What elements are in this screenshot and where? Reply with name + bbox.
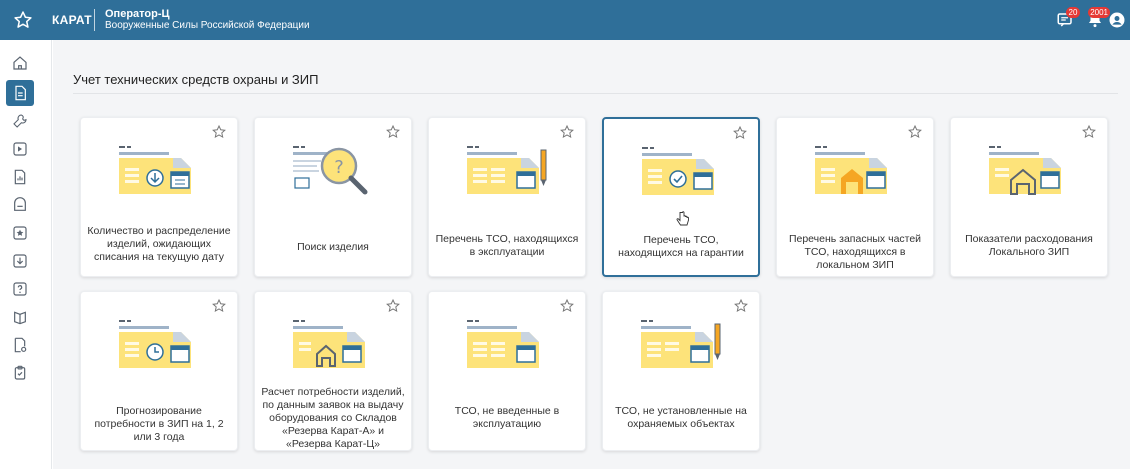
favorites-star-icon[interactable] [10, 7, 36, 33]
card-label: Показатели расходования Локального ЗИП [965, 233, 1093, 258]
card-label: ТСО, не введенные в эксплуатацию [454, 405, 560, 430]
archive-icon [14, 197, 26, 211]
folder-pen-icon [467, 146, 547, 194]
folder-clock-icon [119, 320, 191, 368]
star-outline-icon[interactable] [1081, 124, 1097, 140]
top-bar: КАРАТ Оператор-Ц Вооруженные Силы Россий… [0, 0, 1130, 40]
card-spare-parts-local[interactable]: Перечень запасных частей ТСО, находящихс… [776, 117, 934, 277]
card-label: Количество и распределение изделий, ожид… [87, 225, 231, 263]
card-not-commissioned[interactable]: ТСО, не введенные в эксплуатацию [428, 291, 586, 451]
card-search-item[interactable]: ? Поиск изделия [254, 117, 412, 277]
card-not-installed[interactable]: ТСО, не установленные на охраняемых объе… [602, 291, 760, 451]
folder-download-icon [119, 146, 191, 194]
star-outline-icon[interactable] [211, 298, 227, 314]
sidebar-item-navigate[interactable] [6, 136, 34, 162]
hand-cursor-icon [676, 211, 689, 226]
file-settings-icon [14, 337, 27, 353]
star-outline-icon[interactable] [385, 124, 401, 140]
star-outline-icon[interactable] [732, 125, 748, 141]
sidebar-item-settings[interactable] [6, 332, 34, 358]
section-divider [73, 93, 1118, 94]
brand-divider [94, 9, 95, 31]
card-under-warranty[interactable]: Перечень ТСО, находящихся на гарантии [602, 117, 760, 277]
card-label: Расчет потребности изделий, по данным за… [261, 386, 405, 450]
folder-house-icon [989, 146, 1061, 195]
star-box-icon [13, 226, 27, 240]
app-subtitle: Вооруженные Силы Российской Федерации [105, 20, 310, 31]
sidebar-item-favorites[interactable] [6, 220, 34, 246]
help-icon [13, 282, 27, 296]
sidebar-item-documents[interactable] [6, 80, 34, 106]
card-label: ТСО, не установленные на охраняемых объе… [615, 405, 747, 430]
svg-text:?: ? [334, 157, 344, 178]
card-label: Перечень ТСО, находящихся в эксплуатации [435, 233, 579, 258]
card-label: Перечень запасных частей ТСО, находящихс… [788, 233, 922, 271]
star-outline-icon[interactable] [385, 298, 401, 314]
sidebar-item-import[interactable] [6, 248, 34, 274]
star-outline-icon[interactable] [559, 298, 575, 314]
search-document-icon: ? [293, 146, 368, 195]
file-chart-icon [14, 169, 26, 185]
section-title: Учет технических средств охраны и ЗИП [73, 72, 319, 87]
messages-button[interactable]: 20 [1052, 7, 1080, 33]
app-titles: Оператор-Ц Вооруженные Силы Российской Ф… [105, 8, 310, 32]
card-zip-forecast[interactable]: Прогнозирование потребности в ЗИП на 1, … [80, 291, 238, 451]
star-outline-icon[interactable] [907, 124, 923, 140]
card-in-operation[interactable]: Перечень ТСО, находящихся в эксплуатации [428, 117, 586, 277]
user-icon [1109, 12, 1125, 28]
card-local-consumption[interactable]: Показатели расходования Локального ЗИП [950, 117, 1108, 277]
sidebar-item-library[interactable] [6, 304, 34, 330]
main-content: Учет технических средств охраны и ЗИП Ко… [53, 40, 1130, 469]
home-icon [13, 56, 27, 70]
arrow-box-icon [13, 142, 27, 156]
download-icon [13, 254, 27, 268]
sidebar-item-archive[interactable] [6, 192, 34, 218]
wrench-icon [13, 114, 27, 128]
star-outline-icon[interactable] [559, 124, 575, 140]
sidebar [0, 40, 52, 469]
star-outline-icon[interactable] [733, 298, 749, 314]
app-brand[interactable]: КАРАТ [52, 13, 92, 27]
sidebar-item-tasks[interactable] [6, 360, 34, 386]
card-writeoff-distribution[interactable]: Количество и распределение изделий, ожид… [80, 117, 238, 277]
folder-house-calc-icon [293, 320, 365, 368]
sidebar-item-reports[interactable] [6, 164, 34, 190]
sidebar-item-home[interactable] [6, 50, 34, 76]
messages-badge: 20 [1066, 7, 1080, 18]
card-demand-calculation[interactable]: Расчет потребности изделий, по данным за… [254, 291, 412, 451]
folder-pen-icon [641, 320, 721, 368]
card-label: Перечень ТСО, находящихся на гарантии [618, 234, 744, 259]
sidebar-item-help[interactable] [6, 276, 34, 302]
sidebar-item-tools[interactable] [6, 108, 34, 134]
folder-check-icon [642, 147, 714, 195]
card-label: Прогнозирование потребности в ЗИП на 1, … [94, 405, 224, 443]
document-icon [15, 85, 26, 101]
app-title: Оператор-Ц [105, 8, 170, 20]
folder-warehouse-icon [815, 146, 887, 194]
clipboard-icon [14, 365, 26, 380]
card-label: Поиск изделия [297, 241, 369, 253]
book-icon [14, 311, 26, 325]
user-button[interactable] [1104, 7, 1130, 33]
star-outline-icon[interactable] [211, 124, 227, 140]
folder-calc-icon [467, 320, 539, 368]
